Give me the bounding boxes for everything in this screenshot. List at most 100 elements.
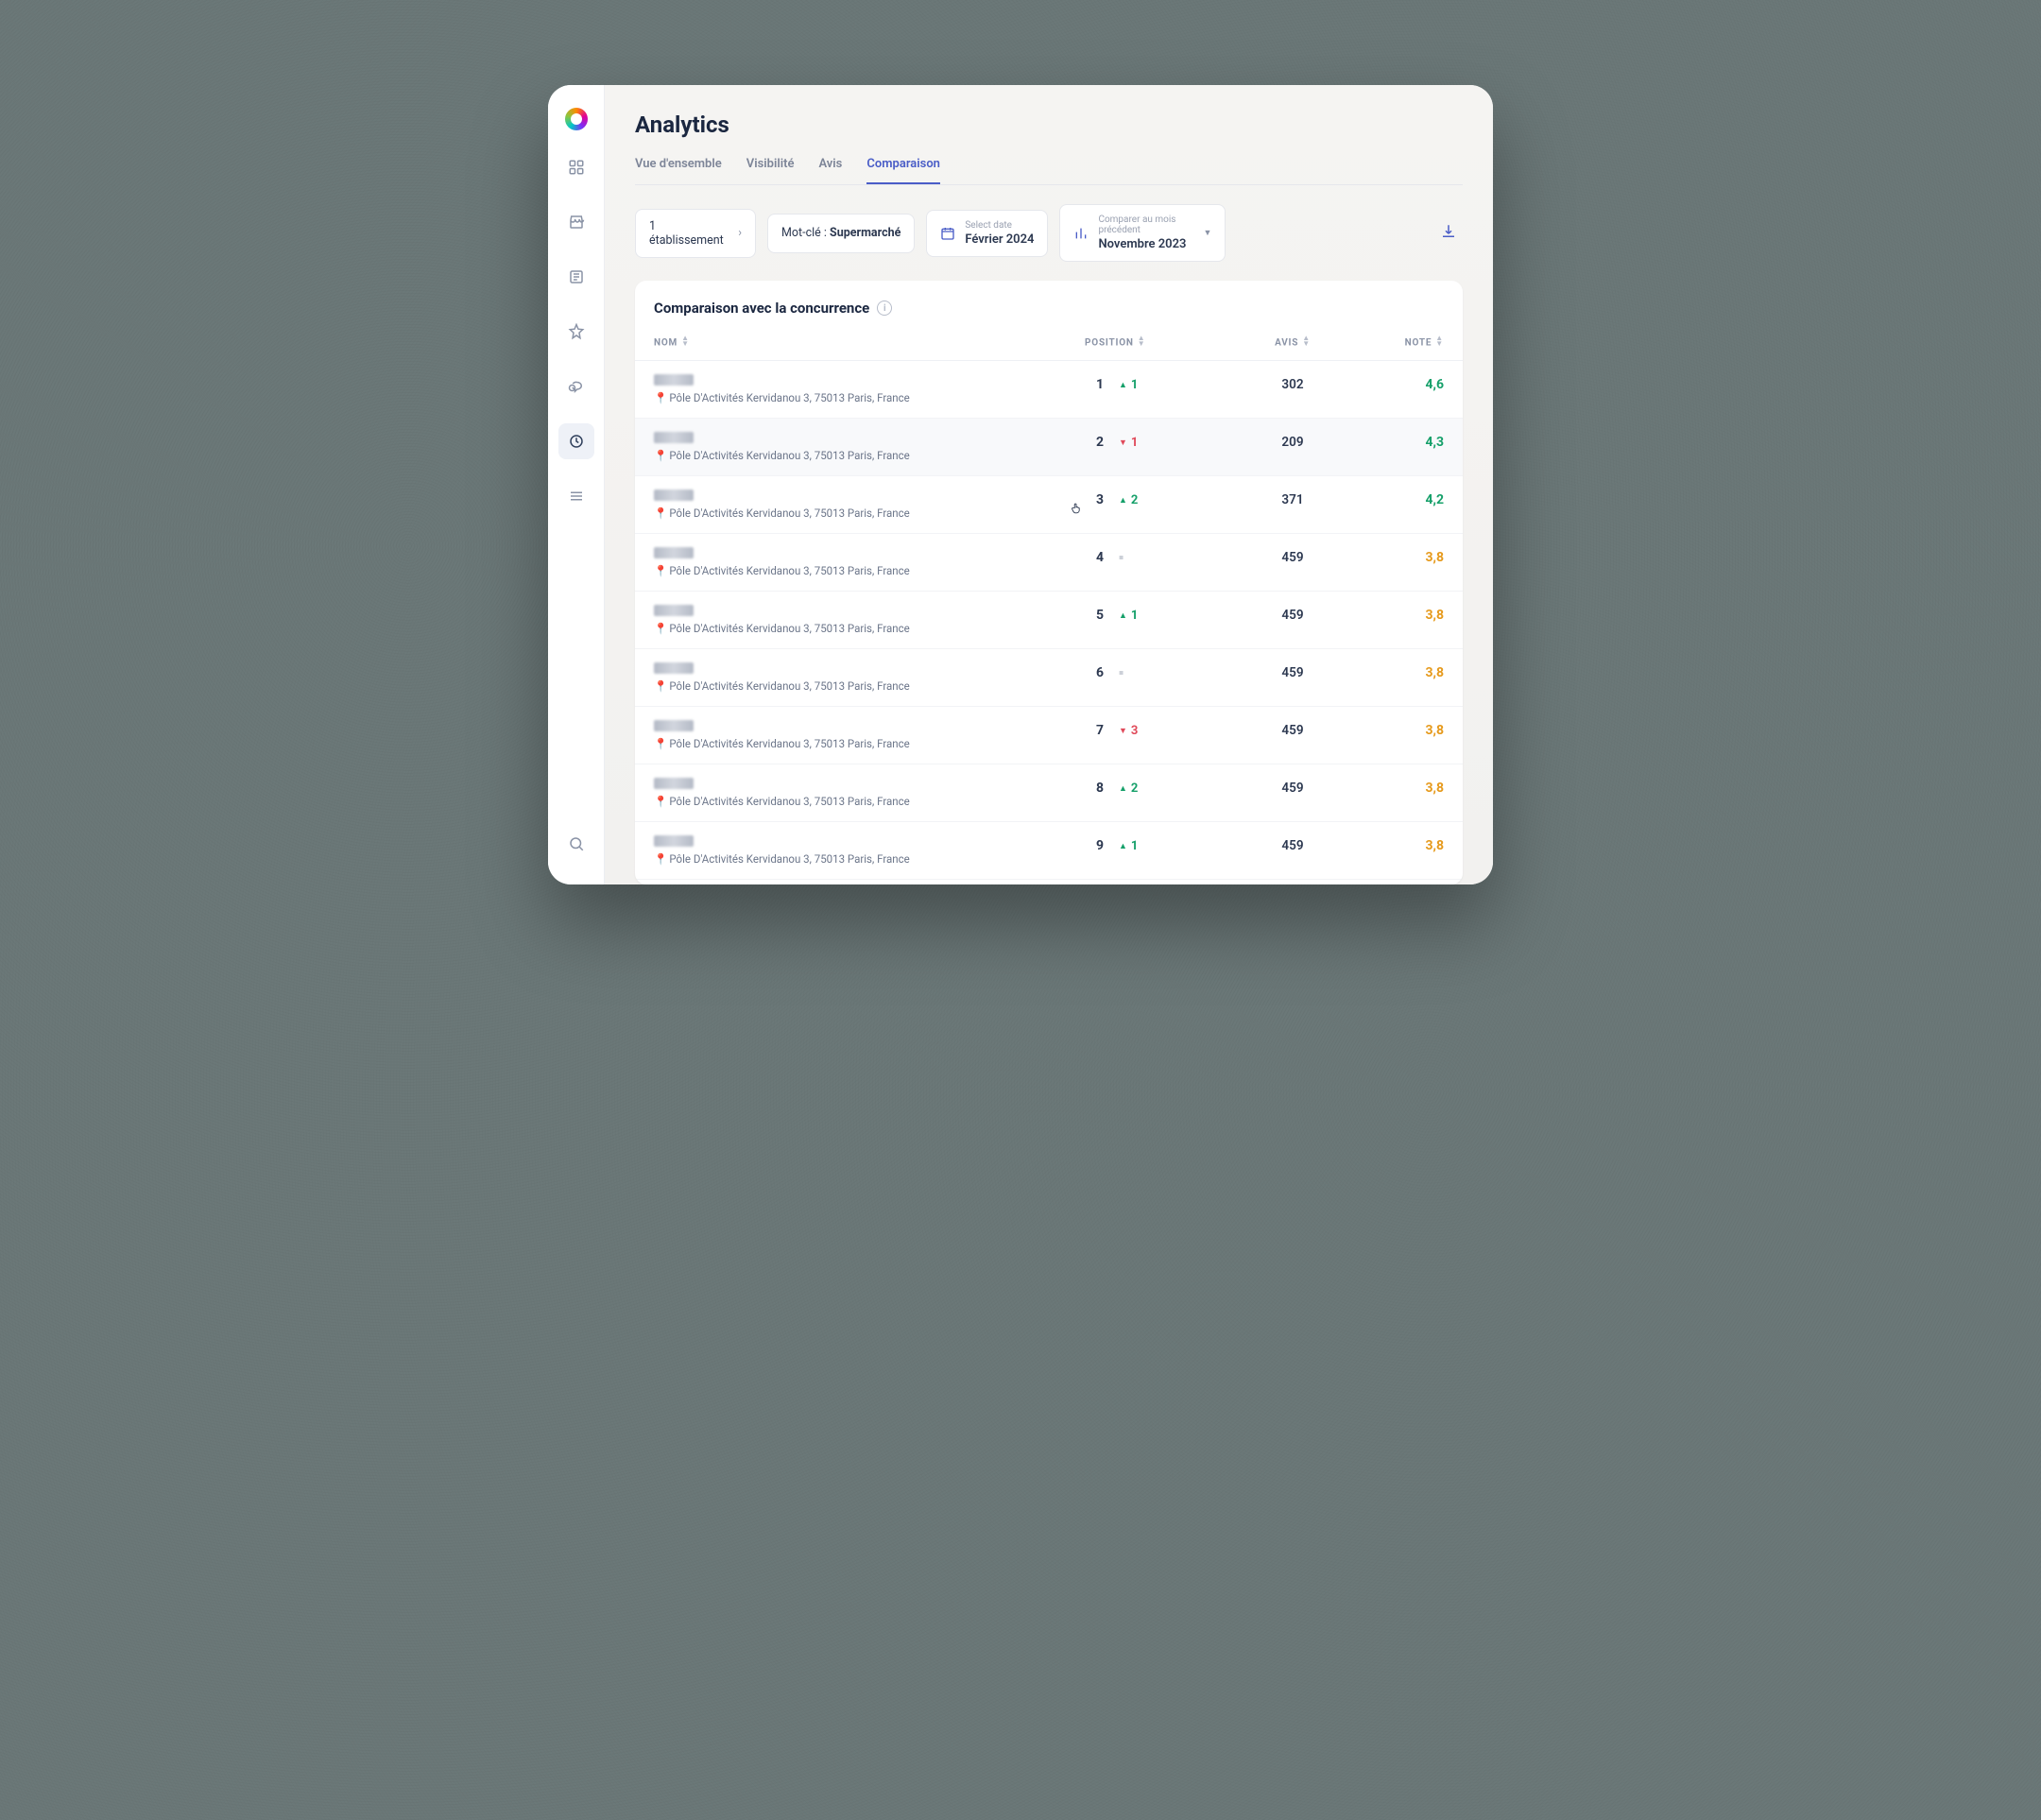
pin-icon: 📍 bbox=[654, 679, 667, 693]
comparison-card: Comparaison avec la concurrence i NOM▲▼ … bbox=[635, 281, 1463, 884]
filter-establishment[interactable]: 1 établissement › bbox=[635, 209, 756, 258]
trend-icon: ▲ bbox=[1119, 611, 1127, 621]
download-button[interactable] bbox=[1434, 217, 1463, 249]
menu-icon bbox=[568, 488, 585, 505]
nav-news[interactable] bbox=[558, 259, 594, 295]
table-row[interactable]: 📍Pôle D'Activités Kervidanou 3, 75013 Pa… bbox=[635, 707, 1463, 764]
rating-value: 3,8 bbox=[1425, 608, 1444, 623]
col-position[interactable]: POSITION▲▼ bbox=[1085, 335, 1236, 349]
table-header: NOM▲▼ POSITION▲▼ AVIS▲▼ NOTE▲▼ bbox=[635, 324, 1463, 361]
app-logo bbox=[565, 108, 588, 130]
competitor-name-redacted bbox=[654, 720, 694, 731]
filter-compare[interactable]: Comparer au mois précédent Novembre 2023… bbox=[1059, 204, 1226, 262]
rating-value: 4,3 bbox=[1425, 435, 1444, 450]
main-content: Analytics Vue d'ensemble Visibilité Avis… bbox=[605, 85, 1493, 884]
chevron-down-icon: ▼ bbox=[1204, 228, 1212, 238]
table-row[interactable]: 📍Pôle D'Activités Kervidanou 3, 75013 Pa… bbox=[635, 361, 1463, 419]
col-note[interactable]: NOTE▲▼ bbox=[1349, 335, 1444, 349]
filter-bar: 1 établissement › Mot-clé : Supermarché … bbox=[635, 185, 1463, 281]
info-icon[interactable]: i bbox=[877, 300, 892, 316]
store-icon bbox=[568, 214, 585, 231]
reviews-count: 459 bbox=[1281, 723, 1303, 738]
competitor-address: 📍Pôle D'Activités Kervidanou 3, 75013 Pa… bbox=[654, 852, 1085, 866]
filter-compare-value: Novembre 2023 bbox=[1098, 237, 1186, 251]
nav-dashboard[interactable] bbox=[558, 149, 594, 185]
pin-icon: 📍 bbox=[654, 737, 667, 750]
position-change: ▼3 bbox=[1119, 724, 1138, 738]
newspaper-icon bbox=[568, 268, 585, 285]
card-heading-row: Comparaison avec la concurrence i bbox=[635, 281, 1463, 324]
competitor-address: 📍Pôle D'Activités Kervidanou 3, 75013 Pa… bbox=[654, 622, 1085, 635]
pin-icon: 📍 bbox=[654, 449, 667, 462]
competitor-address: 📍Pôle D'Activités Kervidanou 3, 75013 Pa… bbox=[654, 507, 1085, 520]
pin-icon: 📍 bbox=[654, 391, 667, 404]
pin-icon: 📍 bbox=[654, 507, 667, 520]
col-name[interactable]: NOM▲▼ bbox=[654, 335, 1085, 349]
pin-icon: 📍 bbox=[654, 795, 667, 808]
filter-keyword[interactable]: Mot-clé : Supermarché bbox=[767, 214, 915, 253]
download-icon bbox=[1440, 223, 1457, 240]
trend-icon: ▲ bbox=[1119, 381, 1127, 390]
pin-icon: 📍 bbox=[654, 852, 667, 866]
table-row[interactable]: 📍Pôle D'Activités Kervidanou 3, 75013 Pa… bbox=[635, 822, 1463, 880]
trend-icon: ▼ bbox=[1119, 438, 1127, 448]
table-row[interactable]: 📍Pôle D'Activités Kervidanou 3, 75013 Pa… bbox=[635, 476, 1463, 534]
nav-chat[interactable] bbox=[558, 369, 594, 404]
tab-overview[interactable]: Vue d'ensemble bbox=[635, 151, 722, 184]
competitor-name-redacted bbox=[654, 835, 694, 847]
rating-value: 3,8 bbox=[1425, 838, 1444, 853]
table-row[interactable]: 📍Pôle D'Activités Kervidanou 3, 75013 Pa… bbox=[635, 764, 1463, 822]
tab-comparison[interactable]: Comparaison bbox=[866, 151, 940, 184]
reviews-count: 209 bbox=[1281, 435, 1303, 450]
reviews-count: 459 bbox=[1281, 550, 1303, 565]
table-row[interactable]: 📍Pôle D'Activités Kervidanou 3, 75013 Pa… bbox=[635, 592, 1463, 649]
sort-icon: ▲▼ bbox=[1138, 335, 1146, 346]
reviews-count: 459 bbox=[1281, 838, 1303, 853]
chevron-right-icon: › bbox=[738, 226, 742, 240]
position-value: 1 bbox=[1085, 377, 1104, 392]
trend-icon: ▲ bbox=[1119, 842, 1127, 851]
position-change: = bbox=[1119, 551, 1127, 565]
position-value: 4 bbox=[1085, 550, 1104, 565]
competitor-name-redacted bbox=[654, 374, 694, 386]
rating-value: 3,8 bbox=[1425, 550, 1444, 565]
reviews-count: 302 bbox=[1281, 377, 1303, 392]
filter-date[interactable]: Select date Février 2024 bbox=[926, 210, 1048, 257]
nav-analytics[interactable] bbox=[558, 423, 594, 459]
target-icon bbox=[568, 433, 585, 450]
section-tabs: Vue d'ensemble Visibilité Avis Comparais… bbox=[635, 151, 1463, 185]
table-row[interactable]: 📍Pôle D'Activités Kervidanou 3, 75013 Pa… bbox=[635, 649, 1463, 707]
tab-reviews[interactable]: Avis bbox=[818, 151, 842, 184]
position-change: ▲1 bbox=[1119, 378, 1138, 392]
position-change: = bbox=[1119, 666, 1127, 680]
rating-value: 3,8 bbox=[1425, 723, 1444, 738]
rating-value: 3,8 bbox=[1425, 665, 1444, 680]
page-title: Analytics bbox=[635, 85, 1463, 151]
nav-reviews[interactable] bbox=[558, 314, 594, 350]
position-change: ▲1 bbox=[1119, 839, 1138, 853]
competitor-name-redacted bbox=[654, 547, 694, 558]
sort-icon: ▲▼ bbox=[681, 335, 690, 346]
competitor-address: 📍Pôle D'Activités Kervidanou 3, 75013 Pa… bbox=[654, 391, 1085, 404]
competitor-address: 📍Pôle D'Activités Kervidanou 3, 75013 Pa… bbox=[654, 449, 1085, 462]
table-row[interactable]: 📍Pôle D'Activités Kervidanou 3, 75013 Pa… bbox=[635, 534, 1463, 592]
nav-search[interactable] bbox=[558, 826, 594, 862]
competitor-name-redacted bbox=[654, 778, 694, 789]
filter-keyword-text: Mot-clé : Supermarché bbox=[781, 226, 900, 240]
filter-establishment-label: 1 établissement bbox=[649, 219, 729, 248]
grid-icon bbox=[568, 159, 585, 176]
table-row[interactable] bbox=[635, 880, 1463, 884]
position-value: 6 bbox=[1085, 665, 1104, 680]
col-avis[interactable]: AVIS▲▼ bbox=[1236, 335, 1349, 349]
table-row[interactable]: 📍Pôle D'Activités Kervidanou 3, 75013 Pa… bbox=[635, 419, 1463, 476]
competitor-address: 📍Pôle D'Activités Kervidanou 3, 75013 Pa… bbox=[654, 564, 1085, 577]
nav-store[interactable] bbox=[558, 204, 594, 240]
position-change: ▲2 bbox=[1119, 493, 1138, 507]
trend-icon: = bbox=[1119, 669, 1123, 678]
position-value: 2 bbox=[1085, 435, 1104, 450]
chat-icon bbox=[568, 378, 585, 395]
position-change: ▲1 bbox=[1119, 609, 1138, 623]
nav-menu[interactable] bbox=[558, 478, 594, 514]
reviews-count: 459 bbox=[1281, 781, 1303, 796]
tab-visibility[interactable]: Visibilité bbox=[746, 151, 795, 184]
